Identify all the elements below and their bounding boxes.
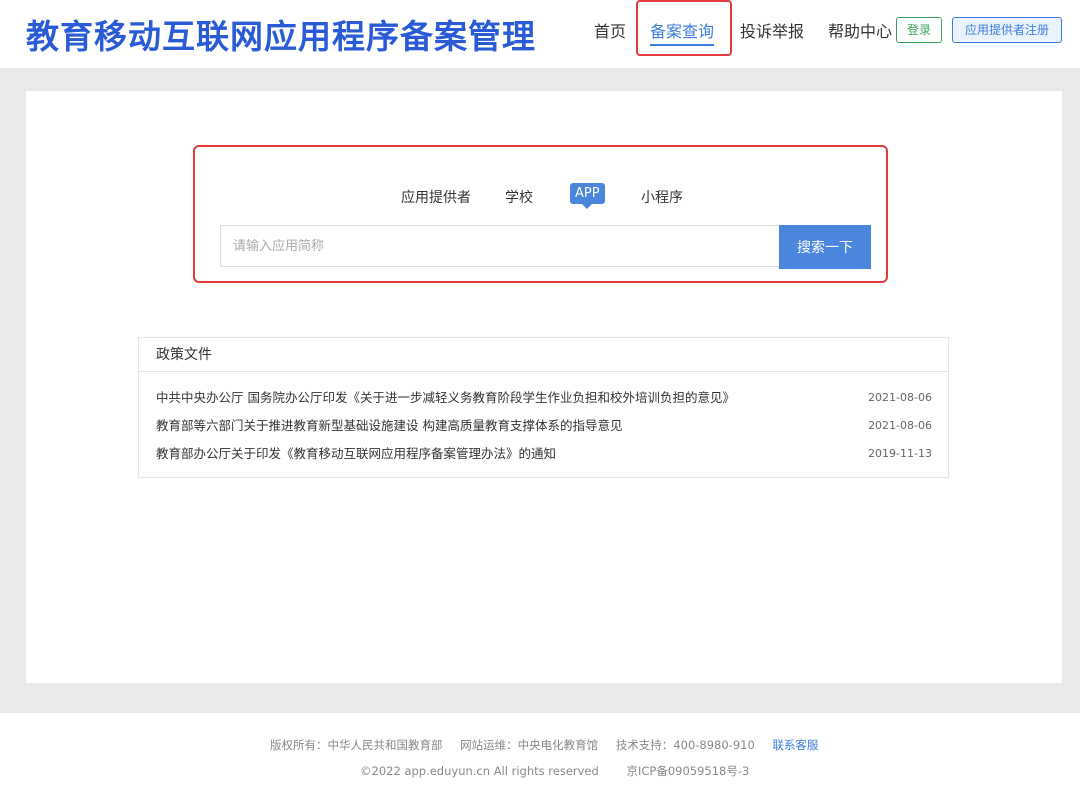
tab-school[interactable]: 学校 <box>505 187 533 207</box>
policy-title[interactable]: 教育部等六部门关于推进教育新型基础设施建设 构建高质量教育支撑体系的指导意见 <box>156 418 622 433</box>
tab-provider[interactable]: 应用提供者 <box>401 187 471 207</box>
footer-info: 版权所有：中华人民共和国教育部 网站运维：中央电化教育馆 技术支持：400-89… <box>270 737 832 753</box>
footer: 版权所有：中华人民共和国教育部 网站运维：中央电化教育馆 技术支持：400-89… <box>0 713 1080 794</box>
footer-copyright: 版权所有：中华人民共和国教育部 <box>270 738 443 752</box>
footer-icp[interactable]: 京ICP备09059518号-3 <box>626 764 749 778</box>
tab-mini-program[interactable]: 小程序 <box>641 187 683 207</box>
provider-register-button[interactable]: 应用提供者注册 <box>952 17 1062 43</box>
header: 教育移动互联网应用程序备案管理 首页 备案查询 投诉举报 帮助中心 登录 应用提… <box>0 0 1080 68</box>
policy-title[interactable]: 教育部办公厅关于印发《教育移动互联网应用程序备案管理办法》的通知 <box>156 446 556 461</box>
policy-date: 2019-11-13 <box>868 447 932 460</box>
nav-help-center[interactable]: 帮助中心 <box>828 18 892 42</box>
nav-home[interactable]: 首页 <box>594 18 626 42</box>
footer-support: 技术支持：400-8980-910 <box>615 738 755 752</box>
footer-legal: ©2022 app.eduyun.cn All rights reserved … <box>360 763 773 779</box>
policy-title[interactable]: 中共中央办公厅 国务院办公厅印发《关于进一步减轻义务教育阶段学生作业负担和校外培… <box>156 390 735 405</box>
policy-item[interactable]: 教育部办公厅关于印发《教育移动互联网应用程序备案管理办法》的通知 2019-11… <box>139 440 948 468</box>
policy-documents: 政策文件 中共中央办公厅 国务院办公厅印发《关于进一步减轻义务教育阶段学生作业负… <box>138 337 949 478</box>
policy-item[interactable]: 教育部等六部门关于推进教育新型基础设施建设 构建高质量教育支撑体系的指导意见 2… <box>139 412 948 440</box>
main-panel: 应用提供者 学校 APP 小程序 搜索一下 政策文件 中共中央办公厅 国务院办公… <box>26 91 1062 683</box>
tab-app[interactable]: APP <box>570 183 605 209</box>
login-button[interactable]: 登录 <box>896 17 942 43</box>
policy-item[interactable]: 中共中央办公厅 国务院办公厅印发《关于进一步减轻义务教育阶段学生作业负担和校外培… <box>139 384 948 412</box>
contact-service-link[interactable]: 联系客服 <box>772 738 818 752</box>
policy-list: 中共中央办公厅 国务院办公厅印发《关于进一步减轻义务教育阶段学生作业负担和校外培… <box>139 372 948 468</box>
nav-complaint[interactable]: 投诉举报 <box>740 18 804 42</box>
policy-date: 2021-08-06 <box>868 419 932 432</box>
footer-rights: ©2022 app.eduyun.cn All rights reserved <box>360 764 599 778</box>
search-panel: 应用提供者 学校 APP 小程序 搜索一下 <box>193 145 888 283</box>
search-input[interactable] <box>220 225 780 267</box>
policy-header: 政策文件 <box>139 338 948 372</box>
policy-date: 2021-08-06 <box>868 391 932 404</box>
nav-record-query[interactable]: 备案查询 <box>650 18 715 46</box>
search-type-tabs: 应用提供者 学校 APP 小程序 <box>195 183 886 213</box>
footer-operator: 网站运维：中央电化教育馆 <box>460 738 599 752</box>
main-nav: 首页 备案查询 投诉举报 帮助中心 登录 应用提供者注册 <box>0 0 1080 68</box>
search-button[interactable]: 搜索一下 <box>779 225 871 269</box>
